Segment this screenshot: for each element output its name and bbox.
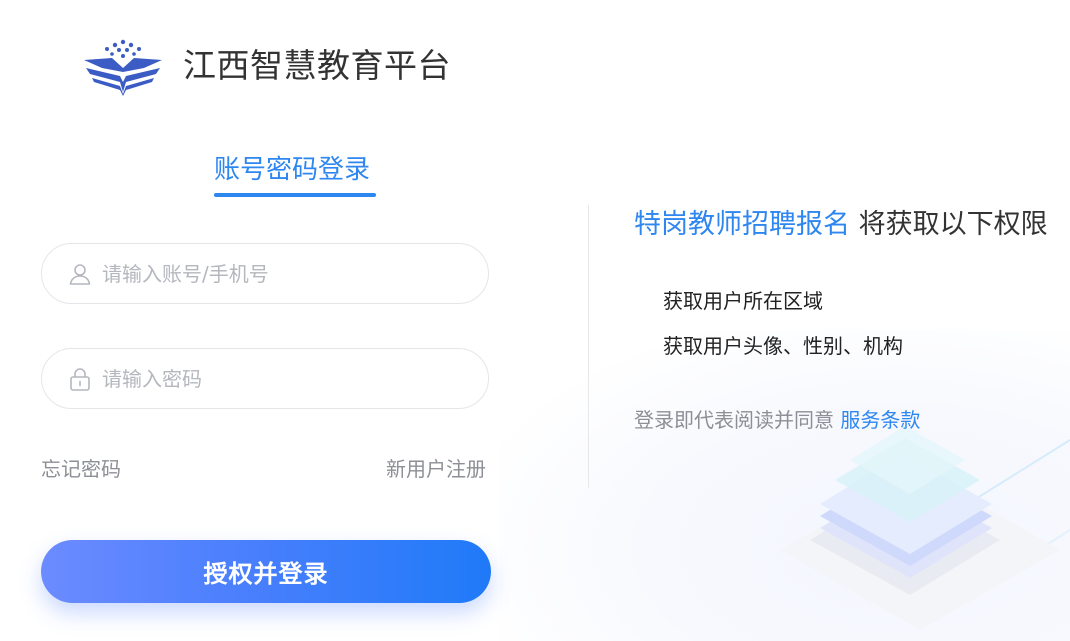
book-logo-icon	[84, 39, 162, 96]
user-icon	[68, 262, 92, 286]
permission-item: 获取用户头像、性别、机构	[663, 334, 903, 358]
password-input[interactable]	[102, 358, 462, 399]
vertical-divider	[588, 205, 589, 488]
account-input[interactable]	[102, 253, 462, 294]
tab-account-password-login[interactable]: 账号密码登录	[214, 150, 370, 190]
account-field[interactable]	[41, 243, 489, 304]
terms-of-service-link[interactable]: 服务条款	[840, 408, 920, 432]
permission-title-suffix: 将获取以下权限	[850, 209, 1048, 240]
agreement-text: 登录即代表阅读并同意 服务条款	[634, 405, 920, 435]
permission-item: 获取用户所在区域	[663, 289, 823, 313]
forgot-password-link[interactable]: 忘记密码	[41, 454, 121, 484]
permission-title: 特岗教师招聘报名 将获取以下权限	[634, 204, 1048, 246]
agreement-prefix: 登录即代表阅读并同意	[634, 408, 841, 432]
authorize-login-button[interactable]: 授权并登录	[41, 540, 491, 603]
decorative-stack-illustration	[780, 426, 1070, 630]
register-link[interactable]: 新用户注册	[386, 454, 486, 484]
tab-active-indicator	[214, 193, 376, 197]
brand-name: 江西智慧教育平台	[183, 46, 451, 85]
app-name: 特岗教师招聘报名	[634, 209, 850, 240]
lock-icon	[68, 367, 92, 391]
password-field[interactable]	[41, 348, 489, 409]
